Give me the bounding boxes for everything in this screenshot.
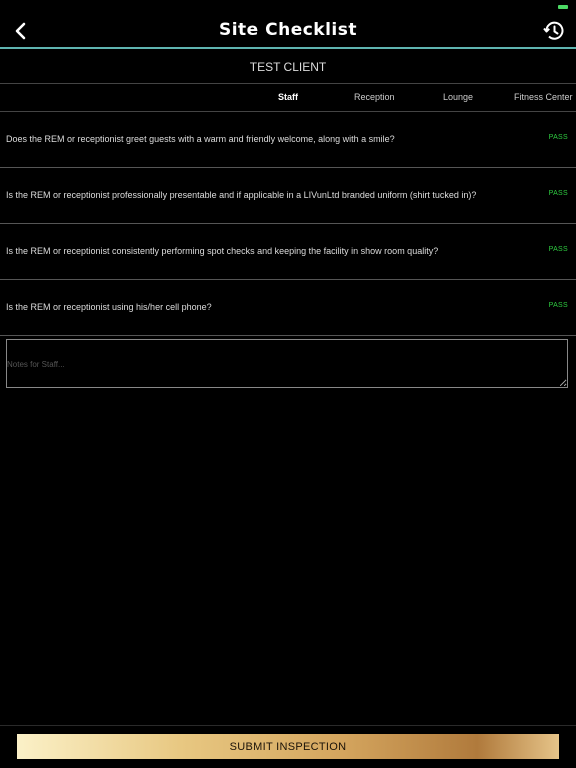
- question-text: Is the REM or receptionist consistently …: [6, 246, 439, 256]
- pass-status-toggle[interactable]: PASS: [549, 302, 568, 309]
- tab-reception[interactable]: Reception: [354, 92, 395, 102]
- question-text: Does the REM or receptionist greet guest…: [6, 134, 395, 144]
- checklist-row: Is the REM or receptionist professionall…: [0, 168, 576, 224]
- client-name: TEST CLIENT: [249, 60, 327, 74]
- checklist-row: Is the REM or receptionist using his/her…: [0, 280, 576, 336]
- tab-staff[interactable]: Staff: [278, 92, 298, 102]
- history-icon: [543, 21, 564, 40]
- checklist: Does the REM or receptionist greet guest…: [0, 112, 576, 336]
- footer-divider: [0, 725, 576, 726]
- client-bar: TEST CLIENT: [0, 49, 576, 84]
- pass-status-toggle[interactable]: PASS: [549, 246, 568, 253]
- pass-status-toggle[interactable]: PASS: [549, 190, 568, 197]
- checklist-row: Is the REM or receptionist consistently …: [0, 224, 576, 280]
- tab-lounge[interactable]: Lounge: [443, 92, 473, 102]
- pass-status-toggle[interactable]: PASS: [549, 134, 568, 141]
- history-button[interactable]: [542, 19, 566, 43]
- header-bar: Site Checklist: [0, 0, 576, 48]
- question-text: Is the REM or receptionist using his/her…: [6, 302, 212, 312]
- page-title: Site Checklist: [218, 20, 358, 40]
- tab-fitness-center[interactable]: Fitness Center: [514, 92, 573, 102]
- category-tabs: Staff Reception Lounge Fitness Center: [0, 84, 576, 112]
- notes-field[interactable]: [6, 339, 568, 388]
- checklist-row: Does the REM or receptionist greet guest…: [0, 112, 576, 168]
- question-text: Is the REM or receptionist professionall…: [6, 190, 477, 200]
- submit-inspection-button[interactable]: SUBMIT INSPECTION: [17, 734, 559, 759]
